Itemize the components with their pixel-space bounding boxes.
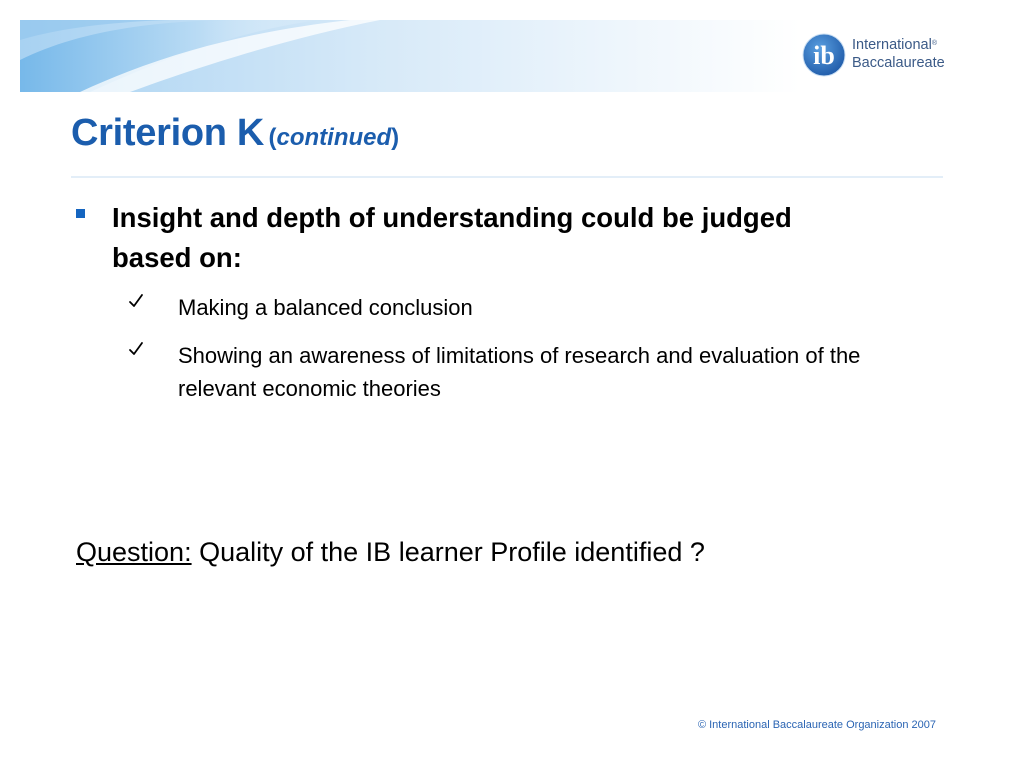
square-bullet-icon <box>76 209 85 218</box>
header-wave-graphic <box>20 20 800 92</box>
logo-line1: International <box>852 37 932 53</box>
ib-logo-icon: ib <box>802 33 846 77</box>
title-open-paren: ( <box>268 124 277 151</box>
registered-mark: ® <box>931 40 937 47</box>
sub-item-text: Showing an awareness of limitations of r… <box>178 343 861 401</box>
question-text: Quality of the IB learner Profile identi… <box>199 537 705 567</box>
header-banner <box>20 20 800 92</box>
checkmark-icon <box>129 294 143 307</box>
bullet-text: Insight and depth of understanding could… <box>112 202 792 273</box>
question-label: Question: <box>76 537 192 567</box>
ib-logo-letters: ib <box>813 41 835 70</box>
title-close-paren: ) <box>391 124 400 151</box>
checkmark-icon <box>129 342 143 355</box>
copyright-footer: © International Baccalaureate Organizati… <box>697 719 936 731</box>
title-italic: continued <box>276 124 392 151</box>
ib-logo: ib International® Baccalaureate <box>802 33 962 79</box>
slide-title: Criterion K (continued) <box>71 112 399 155</box>
question-line: Question: Quality of the IB learner Prof… <box>76 534 705 570</box>
sub-item-text: Making a balanced conclusion <box>178 295 473 320</box>
slide: ib International® Baccalaureate Criterio… <box>0 0 1024 768</box>
ib-logo-wordmark: International® Baccalaureate <box>852 36 945 72</box>
title-divider <box>71 176 943 178</box>
title-main: Criterion K <box>71 112 265 154</box>
logo-line2: Baccalaureate <box>852 55 945 71</box>
